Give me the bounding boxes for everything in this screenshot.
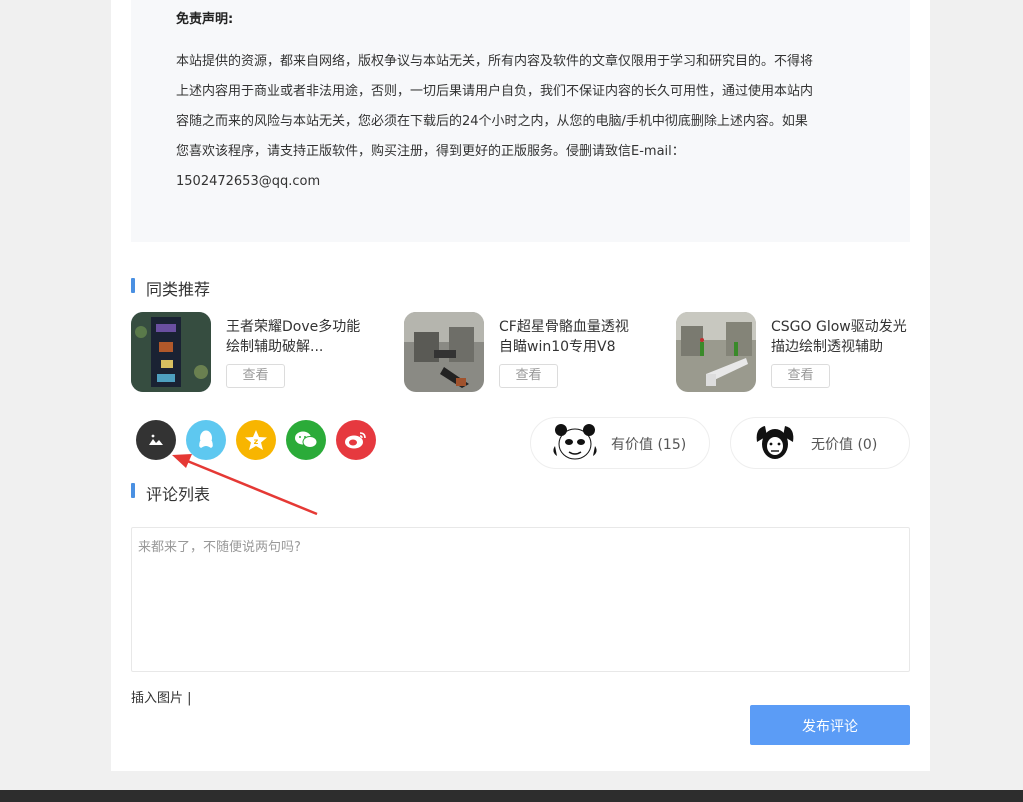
disclaimer-email: 1502472653@qq.com xyxy=(176,174,321,189)
recommend-item[interactable]: CF超星骨骼血量透视自瞄win10专用V8 查看 xyxy=(404,312,644,392)
qq-icon[interactable] xyxy=(186,420,226,460)
comment-input[interactable] xyxy=(132,528,909,671)
wechat-icon[interactable] xyxy=(286,420,326,460)
disclaimer-text: 本站提供的资源，都来自网络，版权争议与本站无关，所有内容及软件的文章仅限用于学习… xyxy=(176,47,866,197)
heading-accent-bar xyxy=(131,278,135,293)
disclaimer-line: 上述内容用于商业或者非法用途，否则，一切后果请用户自负，我们不保证内容的长久可用… xyxy=(176,84,814,99)
recommend-thumbnail[interactable] xyxy=(131,312,211,392)
disclaimer-line: 您喜欢该程序，请支持正版软件，购买注册，得到更好的正版服务。侵删请致信E-mai… xyxy=(176,144,685,159)
view-button[interactable]: 查看 xyxy=(499,364,558,388)
recommend-title: 同类推荐 xyxy=(146,280,211,299)
comments-heading: 评论列表 xyxy=(131,481,211,504)
recommend-item[interactable]: CSGO Glow驱动发光描边绘制透视辅助 查看 xyxy=(676,312,916,392)
vote-valuable-button[interactable]: 有价值 (15) xyxy=(530,417,710,469)
footer-bar xyxy=(0,790,1023,802)
heading-accent-bar xyxy=(131,483,135,498)
article-page: 免责声明: 本站提供的资源，都来自网络，版权争议与本站无关，所有内容及软件的文章… xyxy=(111,0,930,771)
submit-comment-button[interactable]: 发布评论 xyxy=(750,705,910,745)
disclaimer-title: 免责声明: xyxy=(176,12,234,27)
disclaimer-line: 容随之而来的风险与本站无关，您必须在下载后的24个小时之内，从您的电脑/手机中彻… xyxy=(176,114,808,129)
meme-face-icon xyxy=(756,426,794,459)
view-button[interactable]: 查看 xyxy=(226,364,285,388)
recommend-item-title[interactable]: CSGO Glow驱动发光描边绘制透视辅助 xyxy=(771,317,913,357)
vote-not-valuable-button[interactable]: 无价值 (0) xyxy=(730,417,910,469)
recommend-thumbnail[interactable] xyxy=(404,312,484,392)
recommend-item-title[interactable]: CF超星骨骼血量透视自瞄win10专用V8 xyxy=(499,317,641,357)
view-button[interactable]: 查看 xyxy=(771,364,830,388)
comment-box[interactable] xyxy=(131,527,910,672)
comments-title: 评论列表 xyxy=(146,485,211,504)
recommend-item[interactable]: 王者荣耀Dove多功能绘制辅助破解... 查看 xyxy=(131,312,371,392)
recommend-item-title[interactable]: 王者荣耀Dove多功能绘制辅助破解... xyxy=(226,317,368,357)
svg-text:z: z xyxy=(254,437,259,446)
weibo-icon[interactable] xyxy=(336,420,376,460)
recommend-thumbnail[interactable] xyxy=(676,312,756,392)
disclaimer-panel: 免责声明: 本站提供的资源，都来自网络，版权争议与本站无关，所有内容及软件的文章… xyxy=(131,0,910,242)
panda-meme-icon xyxy=(553,424,597,460)
vote-not-valuable-label[interactable]: 无价值 (0) xyxy=(811,434,877,454)
vote-valuable-label[interactable]: 有价值 (15) xyxy=(611,434,686,454)
insert-image-link[interactable]: 插入图片 | xyxy=(131,687,192,706)
recommend-heading: 同类推荐 xyxy=(131,276,211,299)
poster-icon[interactable] xyxy=(136,420,176,460)
disclaimer-line: 本站提供的资源，都来自网络，版权争议与本站无关，所有内容及软件的文章仅限用于学习… xyxy=(176,54,814,69)
qzone-icon[interactable]: z xyxy=(236,420,276,460)
